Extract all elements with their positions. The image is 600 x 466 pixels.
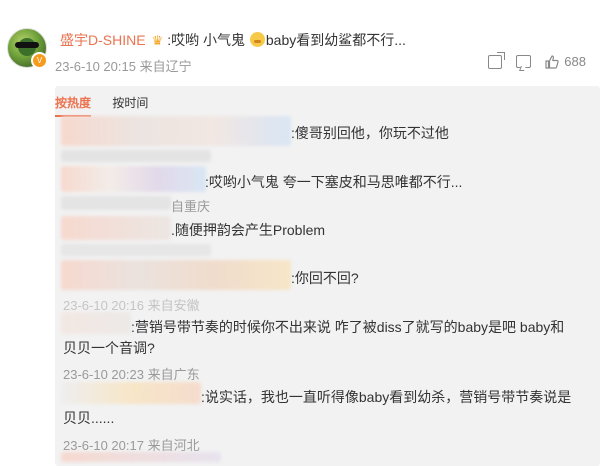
tab-by-time[interactable]: 按时间 <box>112 94 148 115</box>
blurred-username <box>61 312 131 334</box>
comment-meta: 自重庆 <box>171 199 211 214</box>
blurred-username <box>61 260 291 290</box>
post-header: V 盛宇D-SHINE ♛:哎哟 小气鬼 baby看到幼鲨都不行... 23-6-… <box>0 0 600 84</box>
blurred-username <box>61 116 291 146</box>
blurred-username <box>61 452 221 462</box>
post-line: 盛宇D-SHINE ♛:哎哟 小气鬼 baby看到幼鲨都不行... <box>60 30 406 50</box>
sort-tabs: 按热度 按时间 <box>55 94 166 117</box>
blurred-meta <box>61 244 211 256</box>
sleepy-emoji-icon <box>249 32 265 47</box>
comment-text-line1: :说实话，我也一直听得像baby看到幼杀，营销号带节奏说是 <box>201 389 572 405</box>
like-count: 688 <box>564 54 586 69</box>
author-name[interactable]: 盛宇D-SHINE <box>60 32 146 48</box>
post-meta: 23-6-10 20:15 来自辽宁 <box>55 56 192 75</box>
post-text-suffix: baby看到幼鲨都不行... <box>265 32 406 48</box>
blurred-username <box>61 382 201 404</box>
crown-icon: ♛ <box>151 33 164 48</box>
comment-text: :哎哟小气鬼 夸一下塞皮和马思唯都不行... <box>205 174 463 190</box>
blurred-meta <box>61 150 211 162</box>
blurred-username <box>61 166 206 192</box>
share-icon[interactable] <box>488 51 506 69</box>
thumbs-up-icon <box>545 54 559 69</box>
comment-text-line2: 贝贝...... <box>63 410 115 426</box>
post-location: 来自辽宁 <box>139 59 192 74</box>
post-text-prefix: :哎哟 小气鬼 <box>167 32 249 48</box>
comment-text-line1: :营销号带节奏的时候你不出来说 咋了被diss了就写的baby是吧 baby和 <box>131 319 565 335</box>
comment-text: :傻哥别回他，你玩不过他 <box>291 125 449 141</box>
blurred-username <box>61 216 171 240</box>
verified-badge-icon: V <box>31 52 48 69</box>
comment-text-line2: 贝贝一个音调? <box>63 340 155 356</box>
blurred-meta <box>61 196 171 210</box>
comment-text: .随便押韵会产生Problem <box>171 222 326 238</box>
comment-meta: 23-6-10 20:23 来自广东 <box>63 367 200 382</box>
comments-panel: 按热度 按时间 :傻哥别回他，你玩不过他 :哎哟小气鬼 夸一下塞皮和马思唯都不行… <box>55 86 600 466</box>
comment-text: :你回不回? <box>291 270 359 286</box>
tab-by-hot[interactable]: 按热度 <box>55 94 92 117</box>
comment-icon[interactable] <box>516 55 532 68</box>
avatar-glasses <box>15 42 39 48</box>
post-actions: 688 <box>488 51 586 69</box>
like-button[interactable]: 688 <box>545 54 586 69</box>
post-time[interactable]: 23-6-10 20:15 <box>55 59 136 74</box>
